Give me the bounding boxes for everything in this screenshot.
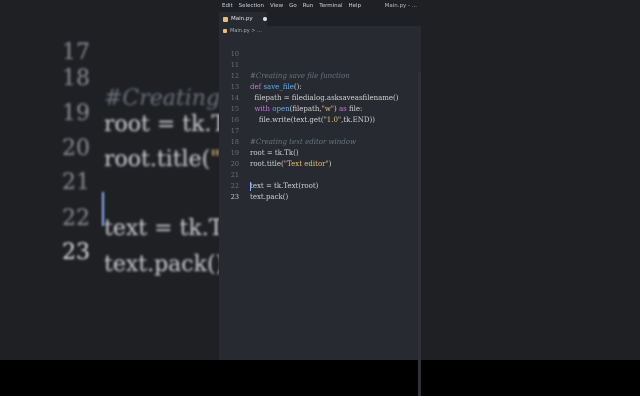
code-line: 11 #Creating save file function [219,49,421,80]
bg-code: text.pack() [104,252,225,277]
code-line: 19 root.title("Text editor") [219,137,421,168]
python-file-icon [223,29,227,33]
background-right-panel [421,0,640,360]
menu-view[interactable]: View [267,3,286,9]
code-line: 17 #Creating text editor window [219,115,421,146]
tab-main-py[interactable]: Main.py [219,12,267,26]
breadcrumb-label[interactable]: Main.py > ... [230,28,262,34]
tab-label: Main.py [231,16,253,22]
code-line: 12 def save_file(): [219,60,421,91]
python-file-icon [223,16,228,22]
menu-selection[interactable]: Selection [236,3,267,9]
bg-text-cursor [102,192,104,226]
menu-help[interactable]: Help [346,3,365,9]
code-line: 16 [219,104,421,124]
breadcrumb: Main.py > ... [219,26,421,36]
code-line: 14 with open(filepath,"w") as file: [219,82,421,113]
scrollbar-track[interactable] [418,72,421,396]
line-number: 23 [230,193,239,201]
menu-terminal[interactable]: Terminal [316,3,345,9]
code-text: text.pack() [250,193,289,201]
bg-line: 23 [0,184,90,265]
menu-edit[interactable]: Edit [219,3,236,9]
unsaved-dot-icon[interactable] [262,17,267,21]
code-line-current: 23 [219,181,421,201]
code-line: 13 filepath = filedialog.asksaveasfilena… [219,71,421,102]
code-line: 15 file.write(text.get("1.0",tk.END)) [219,93,421,124]
menu-run[interactable]: Run [300,3,317,9]
tab-bar: Main.py [219,12,421,26]
menu-go[interactable]: Go [286,3,300,9]
text-cursor [250,182,251,191]
code-editor[interactable]: 10 11 #Creating save file function 12 de… [219,36,421,396]
code-line: 21 text = tk.Text(root) [219,159,421,190]
code-line: 10 [219,38,421,58]
bg-line-number: 23 [62,240,90,265]
code-line: 22 text.pack() [219,170,421,201]
window-title: Main.py - ... [384,3,417,9]
editor-window: Edit Selection View Go Run Terminal Help… [219,0,421,396]
code-line: 18 root = tk.Tk() [219,126,421,157]
menu-bar: Edit Selection View Go Run Terminal Help… [219,0,421,12]
code-line: 20 [219,148,421,168]
